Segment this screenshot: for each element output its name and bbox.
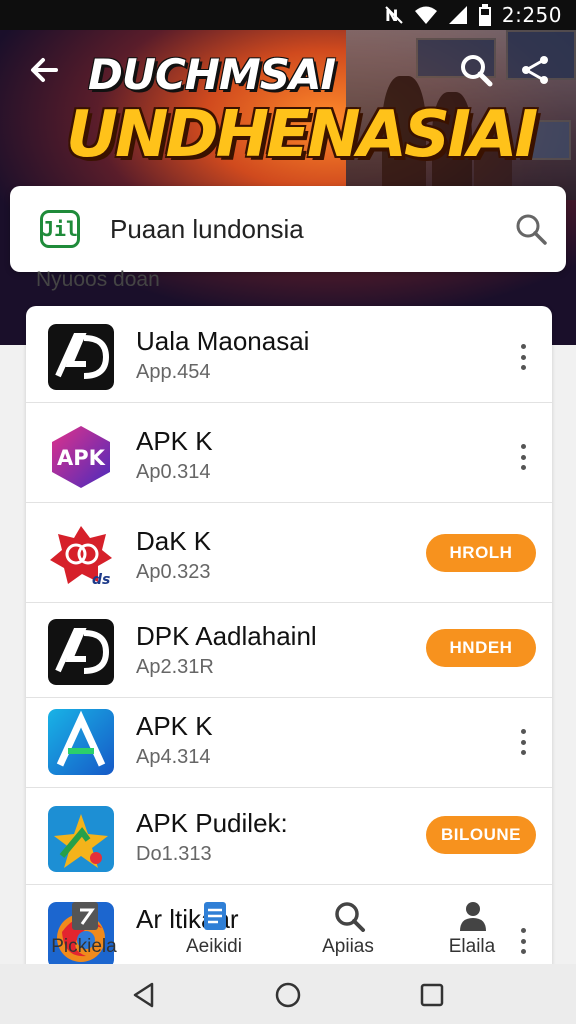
app-logo: Jil: [40, 210, 80, 248]
red-badge-icon: ds: [48, 524, 114, 590]
search-icon[interactable]: [514, 212, 548, 246]
nav-label: Elaila: [448, 936, 496, 957]
install-button[interactable]: BILOUNE: [426, 816, 536, 854]
list-item[interactable]: DPK Aadlahainl Ap2.31R HNDEH: [26, 601, 552, 698]
nav-label: Pickiela: [51, 936, 117, 957]
nav-label: Aeikidi: [186, 936, 242, 957]
list-item[interactable]: ds DaK K Ap0.323 HROLH: [26, 506, 552, 603]
nav-item-elaila[interactable]: Elaila: [422, 896, 522, 966]
signal-icon: [448, 5, 468, 25]
more-options-icon[interactable]: [510, 727, 536, 757]
banner-title-line1: DUCHMSAI: [88, 50, 336, 99]
list-item[interactable]: APK K Ap4.314: [26, 691, 552, 788]
app-subtitle: App.454: [136, 361, 211, 383]
system-nav-bar: [0, 964, 576, 1024]
apk-hexagon-icon: APK: [48, 424, 114, 490]
battery-icon: [478, 4, 492, 26]
document-icon: [198, 900, 232, 932]
list-item[interactable]: APK Pudilek: Do1.313 BILOUNE: [26, 788, 552, 885]
list-item[interactable]: Uala Maonasai App.454: [26, 306, 552, 403]
recents-square-icon[interactable]: [418, 981, 446, 1009]
search-input[interactable]: Puaan lundonsia: [110, 214, 304, 245]
install-button[interactable]: HNDEH: [426, 629, 536, 667]
app-subtitle: Ap0.314: [136, 461, 211, 483]
ad-logo-icon: [48, 619, 114, 685]
more-options-icon[interactable]: [510, 442, 536, 472]
app-subtitle: Ap4.314: [136, 746, 211, 768]
nfc-icon: N: [384, 5, 404, 25]
back-triangle-icon[interactable]: [130, 981, 158, 1009]
tablet-icon: [68, 900, 102, 932]
search-bar[interactable]: Jil Puaan lundonsia: [10, 186, 566, 272]
more-options-icon[interactable]: [510, 342, 536, 372]
svg-text:APK: APK: [57, 446, 106, 470]
app-name: APK K: [136, 711, 213, 741]
app-subtitle: Ap0.323: [136, 561, 211, 583]
back-arrow-icon[interactable]: [26, 52, 62, 88]
person-icon: [456, 900, 490, 932]
nav-item-pickiela[interactable]: Pickiela: [34, 896, 134, 966]
wifi-icon: [414, 5, 438, 25]
search-icon[interactable]: [458, 52, 494, 88]
nav-item-aeikidi[interactable]: Aeikidi: [164, 896, 264, 966]
app-subtitle: Ap2.31R: [136, 656, 214, 678]
banner-title-line2: UNDHENASIAI: [66, 98, 538, 172]
app-name: APK K: [136, 426, 213, 456]
install-button[interactable]: HROLH: [426, 534, 536, 572]
svg-text:ds: ds: [92, 572, 110, 588]
nav-item-apiias[interactable]: Apiias: [298, 896, 398, 966]
app-name: APK Pudilek:: [136, 808, 288, 838]
star-arrow-icon: [48, 806, 114, 872]
app-name: Uala Maonasai: [136, 326, 310, 356]
share-icon[interactable]: [518, 52, 554, 88]
app-list: Uala Maonasai App.454 APK APK K Ap0.314 …: [26, 306, 552, 966]
nav-label: Apiias: [322, 936, 374, 957]
app-name: DPK Aadlahainl: [136, 621, 317, 651]
search-icon: [332, 900, 366, 932]
list-item[interactable]: APK APK K Ap0.314: [26, 406, 552, 503]
home-circle-icon[interactable]: [274, 981, 302, 1009]
bottom-nav: Pickiela Aeikidi Apiias Elaila: [26, 896, 552, 966]
app-subtitle: Do1.313: [136, 843, 212, 865]
ad-logo-icon: [48, 324, 114, 390]
status-bar: N 2:250: [0, 0, 576, 30]
section-heading: Nyuoos doan: [36, 268, 160, 291]
a-letter-icon: [48, 709, 114, 775]
app-name: DaK K: [136, 526, 212, 556]
status-time: 2:250: [501, 3, 562, 27]
